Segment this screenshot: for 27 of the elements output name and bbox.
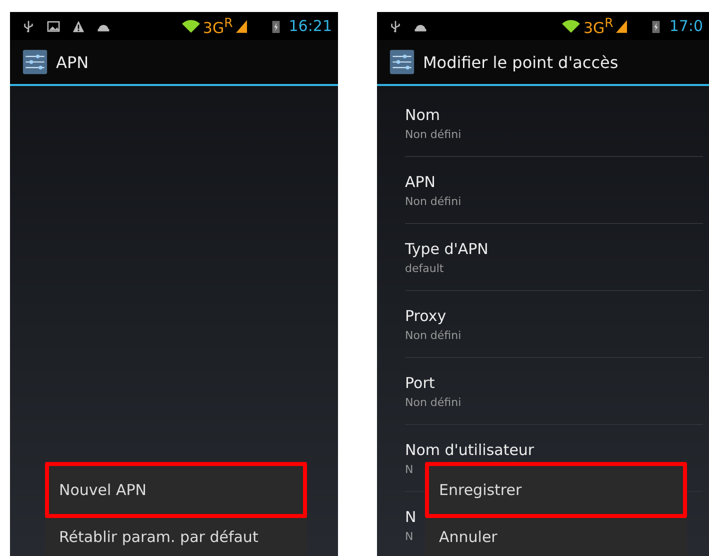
settings-item[interactable]: APN Non défini [405,157,703,224]
battery-icon [652,20,660,32]
settings-sliders-icon [22,49,48,75]
image-icon [47,20,60,32]
status-time: 17:0 [669,17,703,35]
network-type: 3G$^{R}$ [202,16,233,36]
menu-item[interactable]: Enregistrer [425,462,687,518]
network-type: 3G$^{R}$ [583,16,614,36]
settings-sliders-icon [389,49,415,75]
settings-item[interactable]: Type d'APN default [405,224,703,291]
signal-icon [236,20,247,32]
screen-title: Modifier le point d'accès [423,52,618,72]
menu-item[interactable]: Annuler [425,518,687,556]
settings-item[interactable]: Nom Non défini [405,90,703,157]
wifi-icon [562,20,580,32]
battery-icon [272,20,280,32]
usb-icon [22,20,35,32]
status-time: 16:21 [288,17,332,35]
wifi-icon [182,20,200,32]
settings-item[interactable]: Port Non défini [405,358,703,425]
warning-icon [72,20,85,32]
settings-item[interactable]: Proxy Non défini [405,291,703,358]
screen-title: APN [56,52,89,72]
usb-icon [389,20,402,32]
menu-item[interactable]: Nouvel APN [45,462,307,518]
menu-item[interactable]: Rétablir param. par défaut [45,518,307,556]
signal-icon [616,20,628,32]
